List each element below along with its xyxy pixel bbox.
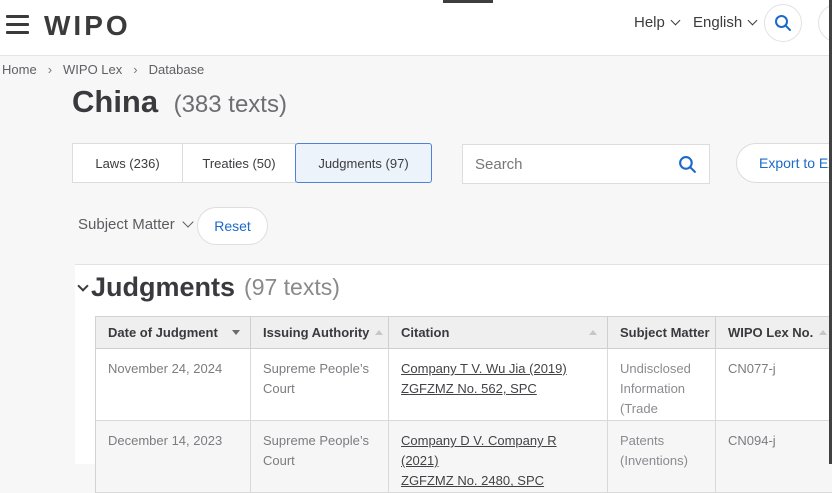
column-header-citation[interactable]: Citation: [389, 317, 608, 349]
subject-matter-filter[interactable]: Subject Matter: [78, 216, 192, 233]
search-box: [462, 144, 710, 184]
help-label: Help: [634, 14, 665, 31]
section-count: (97 texts): [244, 274, 340, 301]
tab-judgments[interactable]: Judgments (97): [295, 143, 432, 183]
search-icon[interactable]: [678, 155, 697, 174]
category-tabs: Laws (236) Treaties (50) Judgments (97): [72, 143, 432, 183]
language-label: English: [693, 14, 742, 31]
cell-subject: Patents (Inventions): [608, 421, 716, 493]
export-to-excel-button[interactable]: Export to Excel: [736, 143, 832, 183]
breadcrumb-wipo-lex[interactable]: WIPO Lex: [63, 62, 122, 77]
menu-icon[interactable]: [6, 15, 30, 39]
texts-count: (383 texts): [174, 91, 287, 118]
country-name: China: [72, 84, 158, 119]
header-search-button[interactable]: [764, 4, 802, 42]
citation-link[interactable]: Company D V. Company R (2021): [401, 431, 595, 471]
cell-citation: Company D V. Company R (2021) ZGFZMZ No.…: [389, 421, 608, 493]
breadcrumb-separator: ›: [48, 62, 52, 77]
cell-subject: Undisclosed Information (Trade Secrets): [608, 349, 716, 421]
tab-laws[interactable]: Laws (236): [72, 143, 183, 183]
cell-date: December 14, 2023: [96, 421, 251, 493]
column-header-subject[interactable]: Subject Matter: [608, 317, 716, 349]
breadcrumb-home[interactable]: Home: [2, 62, 37, 77]
column-header-lex-no[interactable]: WIPO Lex No.: [716, 317, 832, 349]
sort-icon: [375, 330, 383, 335]
section-heading: Judgments (97 texts): [79, 272, 340, 303]
cell-citation: Company T V. Wu Jia (2019) ZGFZMZ No. 56…: [389, 349, 608, 421]
collapse-chevron-icon[interactable]: [77, 280, 88, 291]
cell-lex-no: CN077-j: [716, 349, 832, 421]
breadcrumb-separator: ›: [133, 62, 137, 77]
page-title: China (383 texts): [72, 84, 287, 120]
chevron-down-icon: [182, 216, 193, 227]
section-title: Judgments: [91, 272, 235, 303]
citation-link[interactable]: Company T V. Wu Jia (2019): [401, 359, 595, 379]
chevron-down-icon: [670, 16, 680, 26]
search-input[interactable]: [475, 156, 678, 173]
judgments-table: Date of Judgment Issuing Authority Citat…: [95, 316, 832, 493]
sort-icon: [589, 330, 597, 335]
breadcrumb-database[interactable]: Database: [149, 62, 205, 77]
help-menu[interactable]: Help: [634, 14, 679, 31]
sort-icon: [819, 330, 827, 335]
subject-matter-label: Subject Matter: [78, 216, 175, 233]
sort-descending-icon: [232, 330, 240, 335]
breadcrumb: Home › WIPO Lex › Database: [2, 62, 204, 77]
tab-treaties[interactable]: Treaties (50): [182, 143, 296, 183]
wipo-logo[interactable]: WIPO: [44, 10, 131, 42]
citation-link[interactable]: ZGFZMZ No. 2480, SPC: [401, 471, 595, 491]
reset-button[interactable]: Reset: [197, 207, 268, 245]
top-bar: WIPO Help English: [0, 0, 832, 56]
column-header-date[interactable]: Date of Judgment: [96, 317, 251, 349]
search-icon: [774, 14, 792, 32]
chevron-down-icon: [748, 16, 758, 26]
language-menu[interactable]: English: [693, 14, 756, 31]
citation-link[interactable]: ZGFZMZ No. 562, SPC: [401, 379, 595, 399]
cell-authority: Supreme People’s Court: [251, 421, 389, 493]
browser-tab-edge: [443, 0, 493, 3]
column-header-authority[interactable]: Issuing Authority: [251, 317, 389, 349]
cell-authority: Supreme People’s Court: [251, 349, 389, 421]
cell-date: November 24, 2024: [96, 349, 251, 421]
cell-lex-no: CN094-j: [716, 421, 832, 493]
